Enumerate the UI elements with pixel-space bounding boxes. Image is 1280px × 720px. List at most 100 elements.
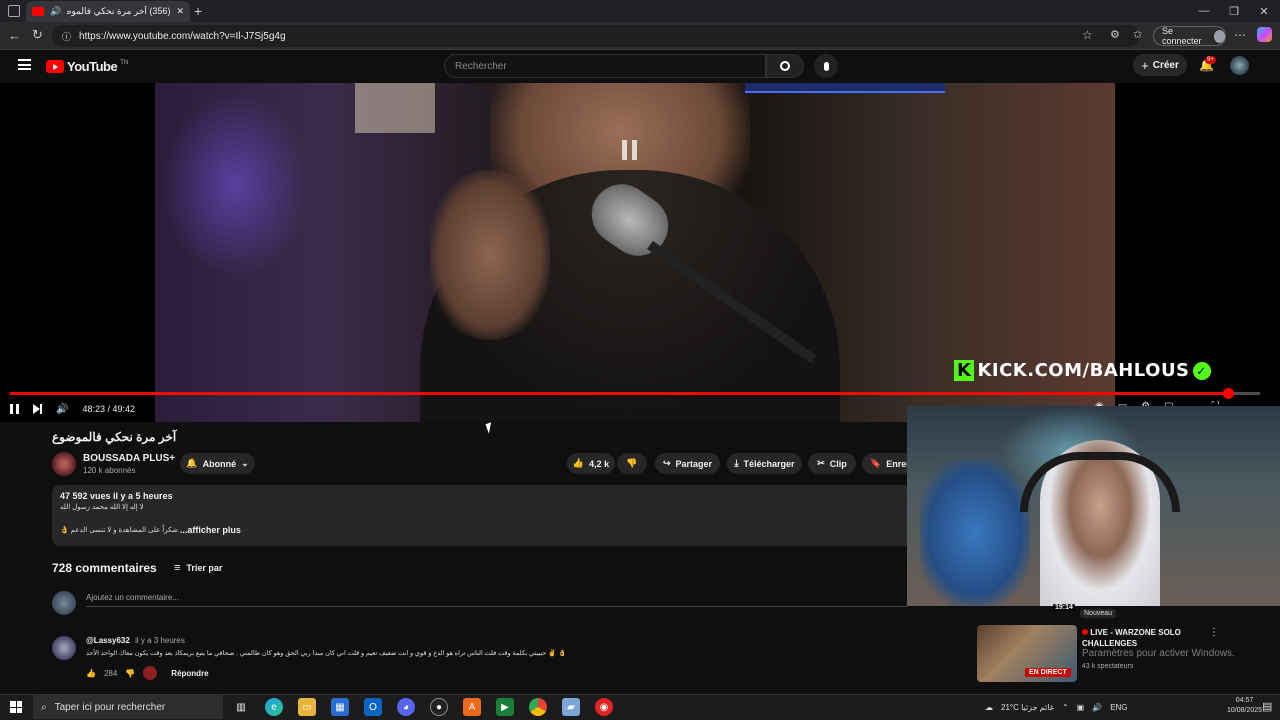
youtube-logo[interactable]: YouTube TN: [46, 59, 128, 74]
pause-icon[interactable]: [10, 404, 19, 414]
network-icon[interactable]: ▣: [1077, 703, 1085, 712]
windows-activation-watermark: Paramètres pour activer Windows.: [1082, 648, 1235, 659]
notification-badge: 9+: [1205, 56, 1216, 64]
creator-heart-icon: [143, 666, 158, 680]
clip-label: Clip: [829, 458, 847, 469]
volume-tray-icon[interactable]: 🔊: [1092, 703, 1102, 712]
taskbar-clock[interactable]: 04:57 10/08/2025: [1227, 696, 1262, 716]
weather-text[interactable]: 21°C غائم جزئيا: [1001, 703, 1054, 712]
file-explorer-icon[interactable]: ▭: [298, 698, 316, 716]
share-button[interactable]: ↪ Partager: [655, 453, 720, 474]
taskbar-search[interactable]: ⌕ Taper ici pour rechercher: [33, 695, 223, 719]
chevron-down-icon: ⌄: [241, 458, 249, 468]
weather-icon[interactable]: ☁: [985, 703, 993, 712]
browser-tab-bar: [0, 0, 1280, 22]
reload-icon[interactable]: ↻: [32, 27, 43, 43]
maximize-button[interactable]: ❐: [1218, 0, 1250, 22]
dislike-button[interactable]: 👎: [617, 453, 647, 474]
next-icon[interactable]: [33, 404, 42, 414]
sort-icon: ≡: [174, 562, 181, 574]
clip-button[interactable]: ✂ Clip: [808, 453, 856, 474]
close-tab-icon[interactable]: ✕: [176, 6, 184, 17]
webcam-blue-cloth: [920, 460, 1030, 606]
reply-button[interactable]: Répondre: [171, 669, 208, 678]
channel-avatar[interactable]: [52, 452, 76, 476]
share-label: Partager: [675, 458, 713, 469]
language-indicator[interactable]: ENG: [1110, 703, 1127, 712]
app-a-icon[interactable]: A: [463, 698, 481, 716]
url-text: https://www.youtube.com/watch?v=Il-J7Sj5…: [79, 30, 286, 42]
create-button[interactable]: + Créer: [1133, 54, 1187, 76]
account-avatar[interactable]: [1230, 56, 1249, 75]
favorites-star-icon[interactable]: ☆: [1082, 28, 1093, 42]
comment-time[interactable]: il y a 3 heures: [135, 636, 185, 645]
extensions-icon[interactable]: ⚙: [1110, 28, 1120, 41]
comment-username[interactable]: @Lassy632: [86, 636, 130, 645]
sort-label: Trier par: [186, 563, 223, 573]
browser-tab[interactable]: 🔊 (356) آخر مرة نحكي فالموضوع ✕: [26, 1, 190, 22]
close-window-button[interactable]: ✕: [1248, 0, 1280, 22]
progress-scrubber[interactable]: [1222, 388, 1234, 399]
youtube-logo-text: YouTube: [67, 59, 118, 74]
scissors-icon: ✂: [817, 458, 825, 468]
poster-frame: [355, 83, 435, 133]
comment-text: 👌 ✌️ حبيبتي بكلمة وقت قلت الناس تراه هو …: [86, 650, 567, 657]
app-terminal-icon[interactable]: ▶: [496, 698, 514, 716]
voice-search-button[interactable]: [814, 54, 838, 78]
search-button[interactable]: [766, 54, 804, 78]
store-icon[interactable]: ▦: [331, 698, 349, 716]
raised-hand: [430, 170, 550, 340]
notification-center-icon[interactable]: ▤: [1262, 700, 1272, 713]
window-menu-icon[interactable]: [8, 5, 20, 17]
minimize-button[interactable]: —: [1188, 0, 1220, 22]
recommended-title-text: LIVE - WARZONE SOLO CHALLENGES: [1082, 628, 1181, 648]
mute-tab-icon[interactable]: 🔊: [50, 6, 61, 17]
app-red-icon[interactable]: ◉: [595, 698, 613, 716]
site-info-icon[interactable]: ⓘ: [62, 30, 71, 43]
comment-avatar[interactable]: [52, 636, 76, 660]
recommended-title[interactable]: LIVE - WARZONE SOLO CHALLENGES: [1082, 627, 1202, 649]
save-button[interactable]: 🔖 Enreg: [862, 453, 912, 474]
show-more-link[interactable]: ...afficher plus: [180, 525, 241, 535]
view-count-date: 47 592 vues il y a 5 heures: [60, 491, 173, 501]
outlook-icon[interactable]: O: [364, 698, 382, 716]
search-input[interactable]: Rechercher: [444, 54, 766, 78]
recommended-menu-icon[interactable]: ⋮: [1209, 627, 1219, 638]
center-pause-icon[interactable]: [622, 140, 646, 166]
obs-icon[interactable]: ●: [430, 698, 448, 716]
sign-in-button[interactable]: Se connecter: [1153, 26, 1226, 46]
edge-icon[interactable]: e: [265, 698, 283, 716]
app-folder-icon[interactable]: ▰: [562, 698, 580, 716]
comment-like-icon[interactable]: 👍: [86, 669, 96, 678]
start-windows-icon[interactable]: [10, 701, 22, 713]
sort-comments-button[interactable]: ≡ Trier par: [174, 562, 222, 574]
tray-chevron-icon[interactable]: ⌃: [1062, 703, 1069, 712]
task-view-icon[interactable]: ▥: [232, 698, 250, 716]
volume-icon[interactable]: 🔊: [56, 404, 68, 415]
like-button[interactable]: 👍 4,2 k: [567, 453, 615, 474]
hamburger-menu-icon[interactable]: [18, 59, 31, 70]
description-line-1: لا إله إلا الله محمد رسول الله: [60, 504, 144, 511]
youtube-play-icon: [46, 60, 64, 73]
discord-icon[interactable]: ◕: [397, 698, 415, 716]
new-tab-button[interactable]: +: [194, 3, 202, 19]
more-menu-icon[interactable]: ⋯: [1234, 28, 1246, 42]
comment-dislike-icon[interactable]: 👎: [125, 669, 135, 678]
like-count: 4,2 k: [589, 458, 610, 469]
description-box[interactable]: 47 592 vues il y a 5 heures لا إله إلا ا…: [52, 485, 912, 546]
clock-date: 10/08/2025: [1227, 707, 1263, 714]
add-comment-input[interactable]: Ajoutez un commentaire...: [86, 593, 908, 607]
url-field[interactable]: ⓘ https://www.youtube.com/watch?v=Il-J7S…: [52, 25, 1140, 47]
subscribed-button[interactable]: 🔔 Abonné ⌄: [180, 453, 255, 474]
copilot-icon[interactable]: [1257, 27, 1272, 42]
taskbar-search-placeholder: Taper ici pour rechercher: [54, 701, 166, 713]
collections-icon[interactable]: ✩: [1133, 28, 1142, 41]
back-arrow-icon[interactable]: ←: [8, 28, 21, 43]
chrome-icon[interactable]: [529, 698, 547, 716]
thumbs-down-icon: 👎: [626, 458, 638, 468]
download-button[interactable]: ⤓ Télécharger: [727, 453, 802, 474]
live-badge: EN DIRECT: [1025, 668, 1071, 677]
channel-name[interactable]: BOUSSADA PLUS+: [83, 453, 175, 464]
plus-icon: +: [1141, 57, 1149, 73]
channel-subscribers: 120 k abonnés: [83, 466, 136, 475]
